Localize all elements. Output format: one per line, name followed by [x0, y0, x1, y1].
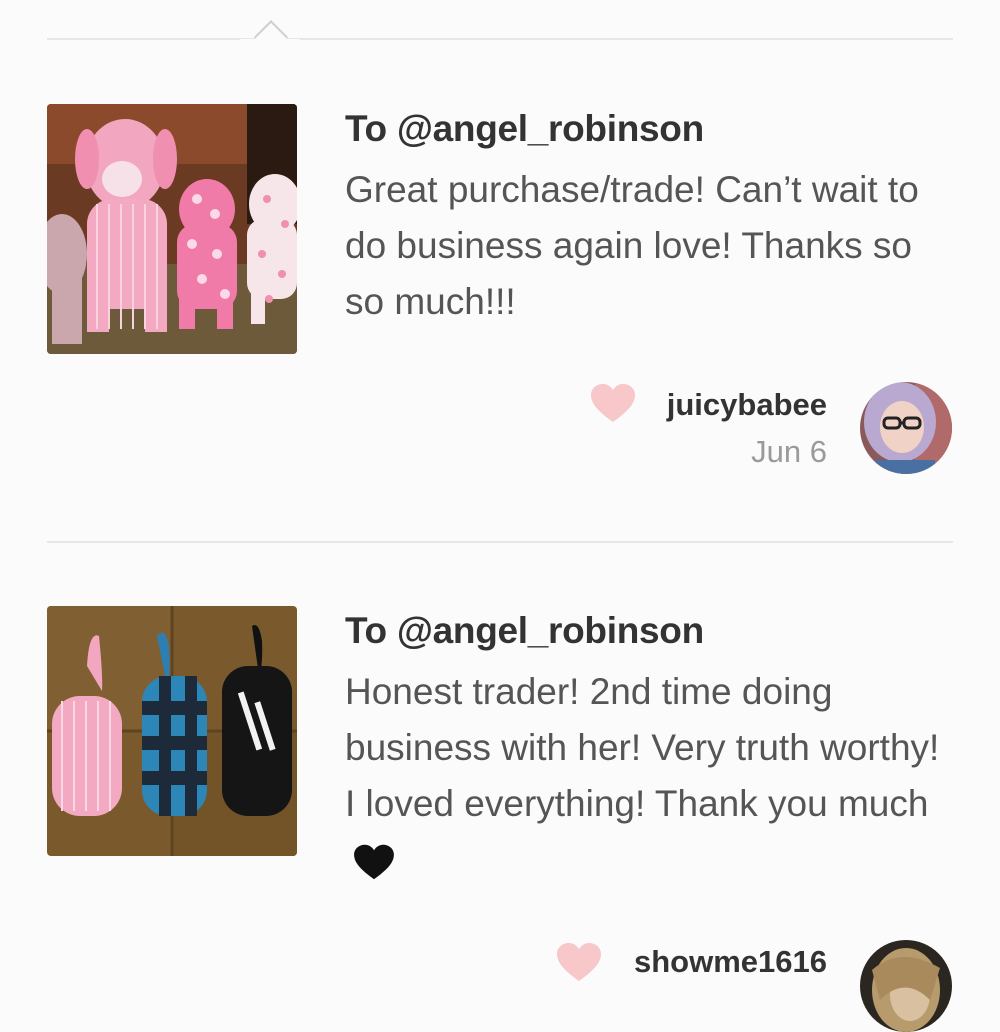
review-message-text: Honest trader! 2nd time doing business w… [345, 671, 940, 824]
review-message: Honest trader! 2nd time doing business w… [345, 664, 955, 888]
reviewer-username[interactable]: showme1616 [634, 944, 827, 980]
review-recipient[interactable]: To @angel_robinson [345, 108, 704, 150]
review-card: To @angel_robinson Great purchase/trade!… [47, 104, 953, 484]
reviewer-avatar[interactable] [860, 940, 952, 1032]
review-message: Great purchase/trade! Can’t wait to do b… [345, 169, 919, 322]
heart-icon[interactable] [589, 382, 637, 424]
review-card: To @angel_robinson Honest trader! 2nd ti… [47, 606, 955, 1032]
top-divider [47, 38, 953, 40]
reviewer-avatar[interactable] [860, 382, 952, 474]
review-item-photo[interactable] [47, 104, 297, 354]
pink-plush-dogs-image [47, 104, 297, 354]
black-heart-icon [354, 845, 394, 880]
caret-pointer [254, 20, 288, 54]
plush-dogs-pink-blue-black-image [47, 606, 297, 856]
reviewer-username[interactable]: juicybabee [667, 387, 827, 423]
review-date: Jun 6 [751, 434, 827, 469]
review-item-photo[interactable] [47, 606, 297, 856]
review-recipient[interactable]: To @angel_robinson [345, 610, 704, 652]
heart-icon[interactable] [555, 941, 603, 983]
review-divider [47, 541, 953, 543]
